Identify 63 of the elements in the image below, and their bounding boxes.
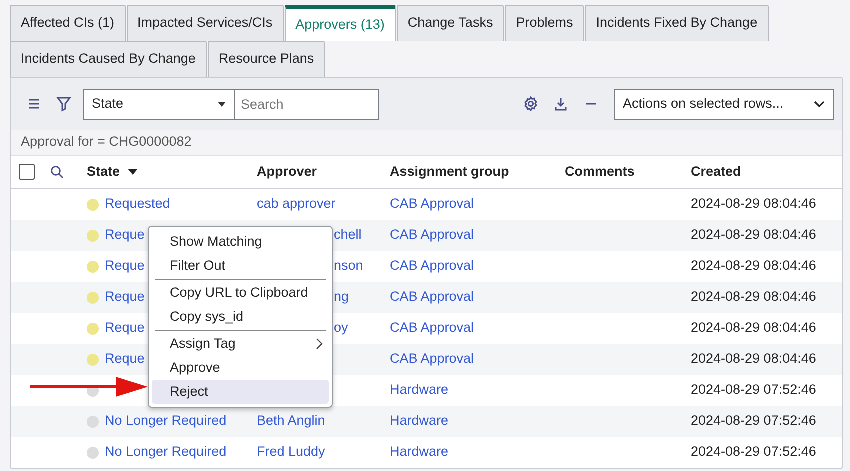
group-link[interactable]: Hardware	[390, 382, 449, 398]
state-link[interactable]: Reque	[105, 318, 145, 339]
menu-item[interactable]: Reject	[152, 380, 329, 404]
menu-item[interactable]: Filter Out	[152, 254, 329, 278]
tab[interactable]: Impacted Services/CIs	[126, 5, 284, 41]
tab[interactable]: Approvers (13)	[284, 5, 396, 41]
created-cell: 2024-08-29 08:04:46	[691, 351, 816, 366]
search-field[interactable]: Search	[235, 88, 379, 120]
select-all-checkbox[interactable]	[19, 164, 35, 180]
created-cell: 2024-08-29 07:52:46	[691, 444, 816, 460]
filter-breadcrumb[interactable]: Approval for = CHG0000082	[21, 132, 192, 153]
state-link[interactable]: No Longer Required	[105, 411, 227, 432]
menu-item[interactable]: Copy sys_id	[152, 305, 329, 329]
tab[interactable]: Incidents Caused By Change	[10, 41, 207, 77]
group-link[interactable]: CAB Approval	[390, 227, 474, 242]
group-link[interactable]: Hardware	[390, 444, 449, 460]
column-header[interactable]: Created	[691, 164, 742, 179]
column-header[interactable]: State	[87, 162, 120, 182]
group-link[interactable]: CAB Approval	[390, 289, 474, 304]
tab[interactable]: Problems	[505, 5, 584, 41]
group-link[interactable]: CAB Approval	[390, 320, 474, 336]
menu-item[interactable]: Copy URL to Clipboard	[152, 281, 329, 305]
tab[interactable]: Resource Plans	[208, 41, 326, 77]
created-cell: 2024-08-29 08:04:46	[691, 320, 816, 336]
created-cell: 2024-08-29 07:52:46	[691, 382, 816, 398]
approver-link[interactable]: nson	[334, 258, 364, 274]
column-header[interactable]: Approver	[257, 164, 318, 179]
approver-link[interactable]: chell	[334, 227, 362, 242]
state-link[interactable]: Requested	[105, 194, 170, 215]
approver-link[interactable]: ng	[334, 289, 350, 304]
group-link[interactable]: CAB Approval	[390, 351, 474, 366]
tab[interactable]: Change Tasks	[396, 5, 504, 41]
tab[interactable]: Affected CIs (1)	[10, 5, 126, 41]
caret-icon	[218, 102, 226, 106]
state-link[interactable]: Reque	[105, 256, 145, 277]
approver-link[interactable]: cab approver	[257, 196, 336, 212]
created-cell: 2024-08-29 07:52:46	[691, 413, 816, 428]
menu-item[interactable]: Assign Tag	[152, 332, 329, 356]
field-select[interactable]: State	[83, 88, 235, 120]
group-link[interactable]: Hardware	[390, 413, 449, 428]
approver-link[interactable]: Fred Luddy	[257, 444, 326, 460]
created-cell: 2024-08-29 08:04:46	[691, 196, 816, 212]
created-cell: 2024-08-29 08:04:46	[691, 227, 816, 242]
tab[interactable]: Incidents Fixed By Change	[585, 5, 769, 41]
actions-select[interactable]: Actions on selected rows...	[614, 88, 834, 120]
column-header[interactable]: Assignment group	[390, 164, 510, 179]
state-link[interactable]: Reque	[105, 287, 145, 308]
search-icon[interactable]	[49, 165, 65, 179]
group-link[interactable]: CAB Approval	[390, 196, 474, 212]
state-link[interactable]: Reque	[105, 225, 145, 246]
state-link[interactable]: Reque	[105, 349, 145, 370]
created-cell: 2024-08-29 08:04:46	[691, 289, 816, 304]
submenu-chevron-icon	[316, 338, 323, 350]
sort-icon[interactable]	[128, 169, 138, 175]
chevron-icon	[814, 100, 825, 108]
created-cell: 2024-08-29 08:04:46	[691, 258, 816, 274]
menu-item[interactable]: Approve	[152, 356, 329, 380]
column-header[interactable]: Comments	[565, 164, 635, 179]
state-link[interactable]: No Longer Required	[105, 442, 227, 463]
menu-item[interactable]: Show Matching	[152, 230, 329, 254]
approver-link[interactable]: Beth Anglin	[257, 413, 326, 428]
group-link[interactable]: CAB Approval	[390, 258, 474, 274]
approver-link[interactable]: oy	[334, 320, 348, 336]
